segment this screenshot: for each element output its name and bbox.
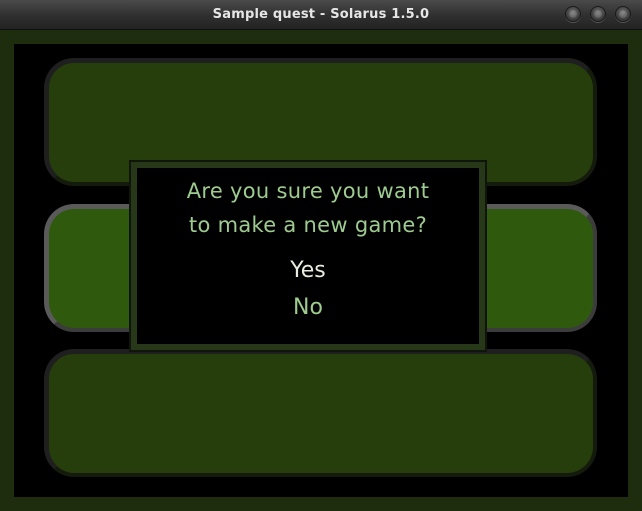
save-slot-3[interactable] [44, 349, 597, 477]
close-button[interactable] [615, 6, 631, 22]
maximize-button[interactable] [590, 6, 606, 22]
title-bar[interactable]: Sample quest - Solarus 1.5.0 [0, 0, 642, 30]
dialog-question: Are you sure you want to make a new game… [137, 174, 479, 242]
window-title: Sample quest - Solarus 1.5.0 [212, 7, 430, 22]
dialog-question-line-1: Are you sure you want [186, 179, 430, 203]
confirm-new-game-dialog: Are you sure you want to make a new game… [131, 162, 485, 350]
application-window: Sample quest - Solarus 1.5.0 Are you sur… [0, 0, 642, 511]
choice-no[interactable]: No [137, 293, 479, 323]
game-viewport: Are you sure you want to make a new game… [0, 30, 642, 511]
choice-yes[interactable]: Yes [137, 256, 479, 286]
savegame-menu: Are you sure you want to make a new game… [14, 44, 628, 497]
minimize-button[interactable] [565, 6, 581, 22]
dialog-question-line-2: to make a new game? [188, 213, 428, 237]
